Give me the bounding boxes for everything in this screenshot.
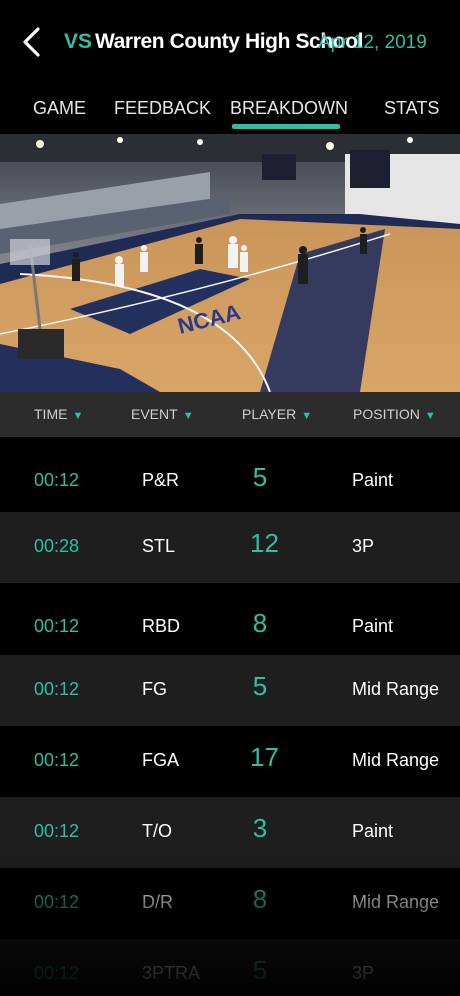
row-time: 00:12 — [34, 679, 80, 699]
row-event: 3PTRA — [142, 963, 201, 983]
row-time: 00:12 — [34, 963, 80, 983]
active-tab-indicator — [232, 124, 340, 129]
top-bar: VS Warren County High School Apr 12, 201… — [0, 0, 460, 86]
vs-label: VS — [64, 30, 93, 53]
row-event: FG — [142, 679, 167, 699]
row-position: Mid Range — [352, 892, 440, 912]
table-row[interactable]: 00:12 D/R 8 Mid Range — [0, 868, 460, 939]
table-row[interactable]: 00:12 FG 5 Mid Range — [0, 655, 460, 726]
row-position: Paint — [352, 616, 394, 636]
game-date: Apr 12, 2019 — [318, 32, 427, 53]
tab-stats[interactable]: STATS — [384, 98, 439, 119]
sort-down-triangle-icon: ▼ — [301, 410, 313, 422]
table-row[interactable]: 00:12 T/O 3 Paint — [0, 797, 460, 868]
row-position: Paint — [352, 470, 394, 490]
row-time: 00:12 — [34, 470, 80, 490]
column-header-event[interactable]: EVENT ▼ — [131, 406, 194, 422]
row-event: FGA — [142, 750, 180, 770]
row-event: T/O — [142, 821, 172, 841]
column-header-player[interactable]: PLAYER ▼ — [242, 406, 312, 422]
breakdown-list: 00:12 P&R 5 Paint 00:28 STL 12 3P 00:12 … — [0, 437, 460, 996]
row-position: 3P — [352, 963, 375, 983]
row-player-number: 12 — [250, 528, 279, 558]
row-event: P&R — [142, 470, 180, 490]
back-button[interactable] — [18, 26, 48, 58]
row-player-number: 5 — [252, 462, 268, 492]
row-player-number: 8 — [252, 884, 268, 914]
breakdown-column-headers: TIME ▼ EVENT ▼ PLAYER ▼ POSITION ▼ — [0, 392, 460, 437]
row-player-number: 17 — [250, 742, 279, 772]
row-position: Mid Range — [352, 750, 440, 770]
chevron-left-icon — [23, 27, 40, 57]
row-player-number: 8 — [252, 608, 268, 638]
row-time: 00:12 — [34, 892, 80, 912]
table-row[interactable]: 00:28 STL 12 3P — [0, 512, 460, 583]
row-position: Mid Range — [352, 679, 440, 699]
sort-down-triangle-icon: ▼ — [72, 410, 84, 422]
table-row[interactable]: 00:12 3PTRA 5 3P — [0, 939, 460, 996]
sort-down-triangle-icon: ▼ — [182, 410, 194, 422]
sort-down-triangle-icon: ▼ — [424, 410, 436, 422]
row-event: STL — [142, 536, 176, 556]
table-row[interactable]: 00:12 P&R 5 Paint — [0, 446, 460, 517]
row-position: 3P — [352, 536, 375, 556]
table-row[interactable]: 00:12 RBD 8 Paint — [0, 592, 460, 663]
tab-breakdown[interactable]: BREAKDOWN — [230, 98, 348, 119]
row-time: 00:12 — [34, 750, 80, 770]
row-time: 00:12 — [34, 821, 80, 841]
row-time: 00:28 — [34, 536, 80, 556]
row-player-number: 3 — [252, 813, 268, 843]
row-player-number: 5 — [252, 671, 268, 701]
row-time: 00:12 — [34, 616, 80, 636]
tab-game[interactable]: GAME — [33, 98, 86, 119]
game-video-player[interactable]: NCAA — [0, 134, 460, 392]
tab-bar: GAME FEEDBACK BREAKDOWN STATS — [0, 86, 460, 134]
column-header-position[interactable]: POSITION ▼ — [353, 406, 436, 422]
table-row[interactable]: 00:12 FGA 17 Mid Range — [0, 726, 460, 797]
tab-feedback[interactable]: FEEDBACK — [114, 98, 211, 119]
row-player-number: 5 — [252, 955, 268, 985]
column-header-time[interactable]: TIME ▼ — [34, 406, 83, 422]
row-event: RBD — [142, 616, 181, 636]
basketball-court-image: NCAA — [0, 134, 460, 392]
row-position: Paint — [352, 821, 394, 841]
row-event: D/R — [142, 892, 173, 912]
